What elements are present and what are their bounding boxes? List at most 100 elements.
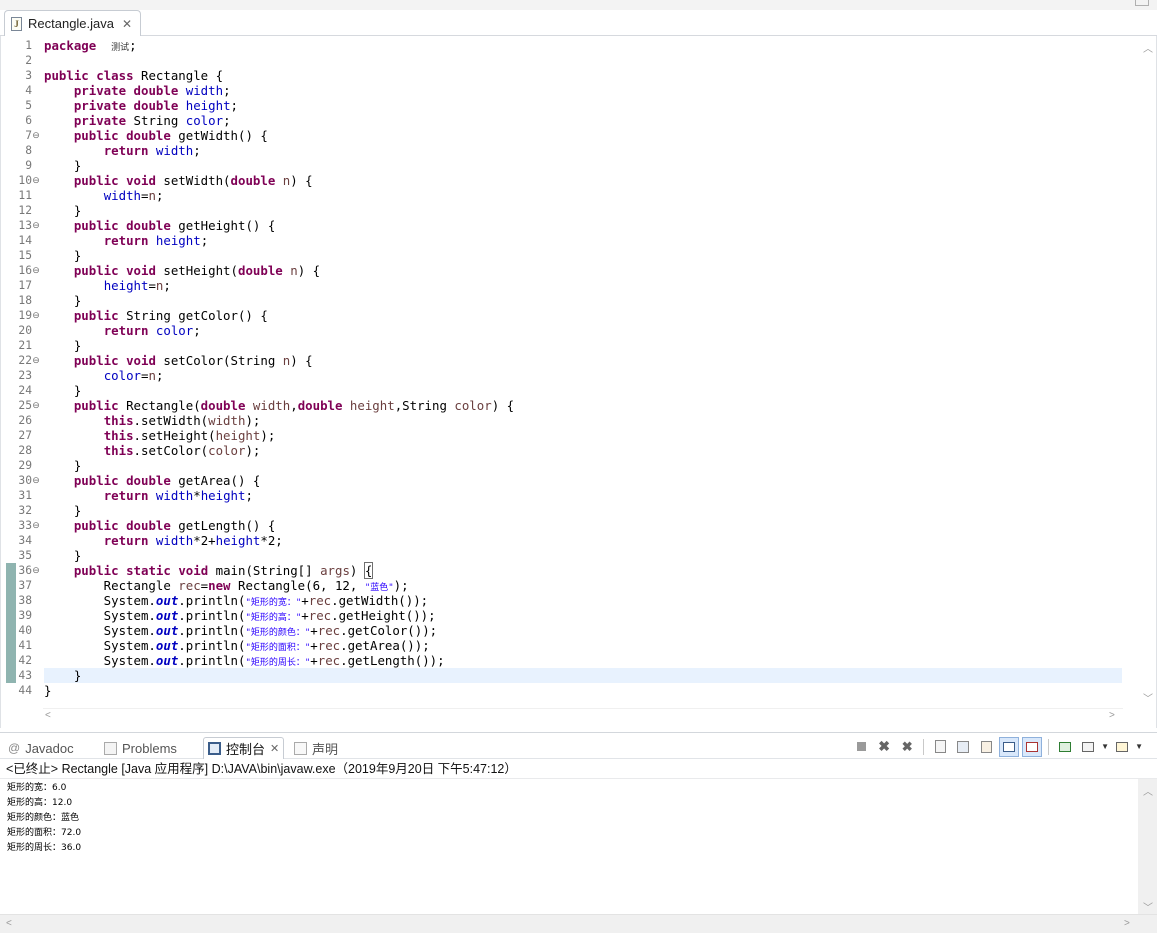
code-line[interactable]: public class Rectangle { <box>44 68 223 83</box>
code-line[interactable]: return width*height; <box>44 488 253 503</box>
code-line[interactable]: public void setWidth(double n) { <box>44 173 313 188</box>
code-token: .getWidth()); <box>331 593 429 608</box>
code-token: rec <box>308 608 332 623</box>
tab-problems[interactable]: Problems <box>100 737 181 759</box>
tab-javadoc[interactable]: @ Javadoc <box>4 737 78 759</box>
code-line[interactable]: return height; <box>44 233 208 248</box>
console-output[interactable]: 矩形的宽：6.0 矩形的高：12.0 矩形的颜色：蓝色 矩形的面积：72.0 矩… <box>0 778 1157 916</box>
line-number-ruler: 1 2 3 4 5 6 7 ⊖ 8 9 10 ⊖ 11 12 13 ⊖ 14 15 16 ⊖ 17 18 19 ⊖ 20 21 22… <box>1 36 43 706</box>
code-line[interactable]: System.out.println("矩形的面积："+rec.getArea(… <box>44 638 430 653</box>
code-line[interactable]: } <box>44 683 51 698</box>
code-line[interactable]: } <box>44 293 81 308</box>
fold-collapse-icon[interactable]: ⊖ <box>31 398 41 413</box>
scroll-right-icon[interactable]: > <box>1124 918 1130 929</box>
pin-console-icon[interactable] <box>1055 737 1075 757</box>
line-number: 22 <box>18 354 32 367</box>
console-horizontal-scrollbar[interactable]: < > <box>0 914 1157 933</box>
code-token: } <box>44 548 82 563</box>
fold-collapse-icon[interactable]: ⊖ <box>31 128 41 143</box>
code-line[interactable]: public String getColor() { <box>44 308 268 323</box>
code-line[interactable]: Rectangle rec=new Rectangle(6, 12, "蓝色")… <box>44 578 409 593</box>
code-line[interactable]: return color; <box>44 323 201 338</box>
editor-vertical-scrollbar[interactable]: ︿ ﹀ <box>1139 36 1156 706</box>
code-line[interactable]: public double getWidth() { <box>44 128 268 143</box>
code-line[interactable]: package 测试; <box>44 38 137 53</box>
scroll-up-icon[interactable]: ︿ <box>1143 40 1153 55</box>
code-line[interactable]: } <box>44 203 81 218</box>
fold-collapse-icon[interactable]: ⊖ <box>31 563 41 578</box>
code-line[interactable]: } <box>44 338 81 353</box>
scroll-down-icon[interactable]: ﹀ <box>1143 899 1153 914</box>
terminate-icon[interactable] <box>851 737 871 757</box>
scroll-down-icon[interactable]: ﹀ <box>1143 690 1153 705</box>
code-line[interactable]: this.setWidth(width); <box>44 413 261 428</box>
display-selected-console-icon[interactable] <box>1078 737 1098 757</box>
code-line[interactable]: return width; <box>44 143 201 158</box>
scroll-lock-icon[interactable] <box>953 737 973 757</box>
code-editor[interactable]: 1 2 3 4 5 6 7 ⊖ 8 9 10 ⊖ 11 12 13 ⊖ 14 15 16 ⊖ 17 18 19 ⊖ 20 21 22… <box>0 36 1157 728</box>
remove-all-terminated-icon[interactable]: ✖ <box>897 737 917 757</box>
code-line[interactable]: private String color; <box>44 113 231 128</box>
code-line[interactable]: public void setHeight(double n) { <box>44 263 320 278</box>
code-line[interactable]: public double getHeight() { <box>44 218 275 233</box>
fold-collapse-icon[interactable]: ⊖ <box>31 353 41 368</box>
code-token: private <box>73 98 127 113</box>
code-line[interactable]: width=n; <box>44 188 164 203</box>
code-token: args <box>320 563 350 578</box>
tab-declaration[interactable]: 声明 <box>290 737 342 759</box>
scroll-up-icon[interactable]: ︿ <box>1143 783 1153 798</box>
code-token: ); <box>245 443 261 458</box>
code-line[interactable]: System.out.println("矩形的宽："+rec.getWidth(… <box>44 593 428 608</box>
fold-collapse-icon[interactable]: ⊖ <box>31 308 41 323</box>
code-line[interactable]: } <box>44 668 1122 683</box>
scroll-right-icon[interactable]: > <box>1109 710 1115 721</box>
code-line[interactable]: } <box>44 383 81 398</box>
code-line[interactable]: } <box>44 503 81 518</box>
editor-tab-rectangle-java[interactable]: J Rectangle.java ✕ <box>4 10 142 36</box>
fold-collapse-icon[interactable]: ⊖ <box>31 473 41 488</box>
close-icon[interactable]: ✕ <box>270 742 279 755</box>
declaration-icon <box>294 741 307 755</box>
scroll-left-icon[interactable]: < <box>45 710 51 721</box>
code-line[interactable]: System.out.println("矩形的高："+rec.getHeight… <box>44 608 436 623</box>
code-line[interactable]: return width*2+height*2; <box>44 533 283 548</box>
code-line[interactable]: public void setColor(String n) { <box>44 353 313 368</box>
chevron-down-icon[interactable]: ▼ <box>1101 742 1109 751</box>
code-line[interactable]: public static void main(String[] args) { <box>44 562 374 579</box>
fold-collapse-icon[interactable]: ⊖ <box>31 518 41 533</box>
scroll-left-icon[interactable]: < <box>6 918 12 929</box>
fold-collapse-icon[interactable]: ⊖ <box>31 263 41 278</box>
editor-horizontal-scrollbar[interactable]: < > <box>43 708 1123 725</box>
code-line[interactable]: this.setHeight(height); <box>44 428 276 443</box>
close-icon[interactable]: ✕ <box>122 17 132 31</box>
code-line[interactable]: private double width; <box>44 83 231 98</box>
code-line[interactable]: System.out.println("矩形的周长："+rec.getLengt… <box>44 653 445 668</box>
show-on-stdout-icon[interactable] <box>999 736 1020 757</box>
code-line[interactable]: System.out.println("矩形的颜色："+rec.getColor… <box>44 623 437 638</box>
code-line[interactable]: private double height; <box>44 98 238 113</box>
code-line[interactable]: } <box>44 158 81 173</box>
clear-console-icon[interactable] <box>930 737 950 757</box>
code-line[interactable]: public double getArea() { <box>44 473 261 488</box>
fold-collapse-icon[interactable]: ⊖ <box>31 173 41 188</box>
code-line[interactable]: public double getLength() { <box>44 518 275 533</box>
word-wrap-icon[interactable] <box>976 737 996 757</box>
tab-console[interactable]: 控制台 ✕ <box>203 737 285 759</box>
console-line: 矩形的面积：72.0 <box>7 828 82 838</box>
code-line[interactable]: public Rectangle(double width,double hei… <box>44 398 514 413</box>
open-console-icon[interactable] <box>1112 737 1132 757</box>
code-line[interactable]: color=n; <box>44 368 164 383</box>
remove-launch-icon[interactable]: ✖ <box>874 737 894 757</box>
fold-collapse-icon[interactable]: ⊖ <box>31 218 41 233</box>
minimize-icon[interactable] <box>1135 0 1149 6</box>
code-line[interactable]: } <box>44 548 81 563</box>
show-on-stderr-icon[interactable] <box>1022 736 1043 757</box>
code-line[interactable]: this.setColor(color); <box>44 443 261 458</box>
chevron-down-icon[interactable]: ▼ <box>1135 742 1143 751</box>
code-line[interactable]: height=n; <box>44 278 171 293</box>
code-line[interactable]: } <box>44 248 81 263</box>
code-line[interactable]: } <box>44 458 81 473</box>
console-vertical-scrollbar[interactable]: ︿ ﹀ <box>1138 779 1157 916</box>
